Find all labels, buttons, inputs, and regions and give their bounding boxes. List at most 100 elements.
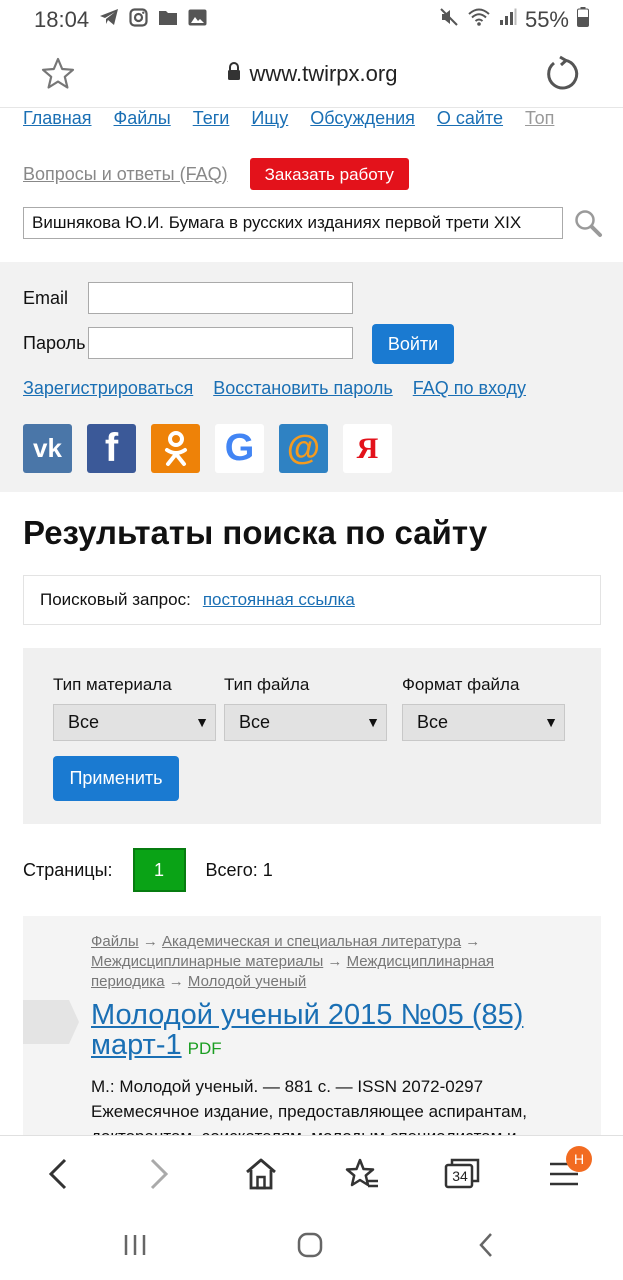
home-icon (246, 1158, 276, 1190)
file-type-select[interactable]: Все ▼ (224, 704, 387, 741)
status-bar: 18:04 55% (0, 0, 623, 40)
yandex-icon: Я (356, 431, 379, 465)
bookmark-star-icon[interactable] (38, 54, 78, 94)
instagram-icon (129, 7, 148, 33)
login-faq-link[interactable]: FAQ по входу (413, 378, 526, 399)
search-input[interactable]: Вишнякова Ю.И. Бумага в русских изданиях… (23, 207, 563, 239)
total-count: Всего: 1 (205, 859, 273, 880)
result-ribbon (23, 1000, 79, 1044)
page-1-button[interactable]: 1 (132, 848, 186, 892)
lock-icon (226, 61, 242, 87)
apply-filters-button[interactable]: Применить (53, 756, 179, 801)
crumb-files[interactable]: Файлы (91, 933, 139, 950)
crumb-sep: → (465, 933, 481, 950)
folder-icon (158, 9, 178, 32)
page-content: Главная Файлы Теги Ищу Обсуждения О сайт… (0, 108, 623, 1135)
result-title-link[interactable]: Молодой ученый 2015 №05 (85) март-1 (91, 999, 523, 1061)
recent-apps-icon (124, 1235, 146, 1255)
dropdown-arrow-icon: ▼ (366, 714, 380, 730)
filter-panel: Тип материала Все ▼ Тип файла Все ▼ Форм… (23, 648, 601, 824)
back-system-button[interactable] (466, 1230, 506, 1260)
menu-button[interactable]: H (542, 1146, 592, 1196)
email-label: Email (23, 288, 69, 308)
home-button[interactable] (239, 1152, 283, 1196)
page-title: Результаты поиска по сайту (23, 514, 488, 551)
material-type-select[interactable]: Все ▼ (53, 704, 216, 741)
vk-icon: vk (33, 433, 62, 463)
nav-discussions[interactable]: Обсуждения (310, 108, 415, 136)
password-label: Пароль (23, 333, 86, 353)
reload-icon[interactable] (543, 54, 583, 94)
password-field[interactable] (88, 327, 353, 359)
back-system-icon (479, 1233, 492, 1257)
nav-about[interactable]: О сайте (437, 108, 503, 136)
faq-link[interactable]: Вопросы и ответы (FAQ) (23, 164, 228, 185)
bookmarks-star-icon (345, 1158, 378, 1188)
crumb-young-scientist[interactable]: Молодой ученый (188, 973, 306, 990)
mailru-icon: @ (286, 429, 321, 467)
mailru-login-button[interactable]: @ (279, 424, 328, 473)
secondary-nav: Вопросы и ответы (FAQ) Заказать работу (23, 158, 409, 190)
menu-notification-badge: H (566, 1146, 592, 1172)
mute-icon (439, 7, 459, 33)
nav-wanted[interactable]: Ищу (251, 108, 288, 136)
restore-password-link[interactable]: Восстановить пароль (213, 378, 393, 399)
nav-main[interactable]: Главная (23, 108, 92, 136)
image-icon (188, 9, 207, 32)
status-time: 18:04 (34, 7, 90, 32)
system-navigation (0, 1210, 623, 1280)
vk-login-button[interactable]: vk (23, 424, 72, 473)
back-button[interactable] (36, 1152, 80, 1196)
facebook-icon: f (104, 426, 119, 470)
result-meta: М.: Молодой ученый. — 881 с. — ISSN 2072… (91, 1077, 484, 1096)
login-links: Зарегистрироваться Восстановить пароль F… (23, 378, 526, 399)
status-left: 18:04 (34, 7, 207, 33)
odnoklassniki-icon (164, 430, 187, 466)
home-system-button[interactable] (290, 1230, 330, 1260)
top-navigation: Главная Файлы Теги Ищу Обсуждения О сайт… (23, 108, 623, 136)
forward-arrow-icon (150, 1158, 169, 1190)
nav-files[interactable]: Файлы (114, 108, 171, 136)
url-field[interactable]: www.twirpx.org (0, 40, 623, 108)
file-type-label: Тип файла (224, 675, 310, 694)
address-bar: www.twirpx.org (0, 40, 623, 108)
crumb-sep: → (168, 973, 188, 990)
nav-top[interactable]: Топ (525, 108, 554, 136)
email-field[interactable] (88, 282, 353, 314)
crumb-academic[interactable]: Академическая и специальная литература (162, 933, 461, 950)
file-format-select[interactable]: Все ▼ (402, 704, 565, 741)
file-format-label: Формат файла (402, 675, 520, 694)
facebook-login-button[interactable]: f (87, 424, 136, 473)
register-link[interactable]: Зарегистрироваться (23, 378, 193, 399)
yandex-login-button[interactable]: Я (343, 424, 392, 473)
dropdown-arrow-icon: ▼ (195, 714, 209, 730)
file-format-value: Все (417, 712, 449, 732)
tab-count: 34 (452, 1168, 468, 1184)
crumb-interdisciplinary[interactable]: Междисциплинарные материалы (91, 953, 323, 970)
forward-button[interactable] (137, 1152, 181, 1196)
telegram-icon (99, 8, 119, 32)
back-arrow-icon (48, 1158, 67, 1190)
battery-icon (577, 7, 589, 33)
crumb-sep: → (142, 933, 163, 950)
search-icon[interactable] (573, 208, 603, 238)
login-panel: Email Пароль Войти Зарегистрироваться Во… (0, 262, 623, 492)
nav-tags[interactable]: Теги (193, 108, 230, 136)
bookmarks-button[interactable] (340, 1152, 384, 1196)
odnoklassniki-login-button[interactable] (151, 424, 200, 473)
order-work-button[interactable]: Заказать работу (249, 158, 409, 190)
permalink-link[interactable]: постоянная ссылка (203, 590, 355, 610)
breadcrumb: Файлы → Академическая и специальная лите… (91, 932, 571, 992)
google-icon: G (224, 427, 255, 469)
pages-label: Страницы: (23, 859, 113, 880)
login-button[interactable]: Войти (372, 324, 454, 364)
file-format-badge: PDF (187, 1039, 222, 1058)
search-query-box: Поисковый запрос: постоянная ссылка (23, 575, 601, 625)
google-login-button[interactable]: G (215, 424, 264, 473)
tabs-button[interactable]: 34 (440, 1152, 484, 1196)
pagination: Страницы: 1 Всего: 1 (23, 848, 273, 892)
url-text: www.twirpx.org (249, 61, 398, 86)
result-title: Молодой ученый 2015 №05 (85) март-1 PDF (91, 1000, 571, 1064)
recent-apps-button[interactable] (115, 1230, 155, 1260)
browser-toolbar: 34 H (0, 1135, 623, 1210)
